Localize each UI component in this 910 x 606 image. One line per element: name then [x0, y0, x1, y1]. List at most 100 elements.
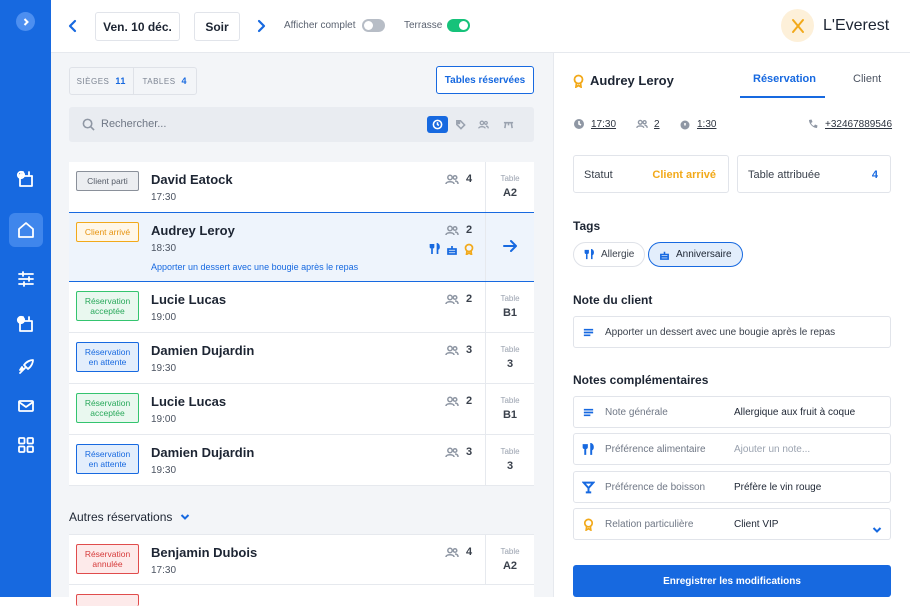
service-selector-button[interactable]: Soir [194, 12, 240, 41]
cake-icon [660, 251, 669, 260]
client-name: Damien Dujardin [151, 445, 255, 460]
search-input[interactable]: Rechercher... [101, 118, 166, 130]
messages-button[interactable] [9, 389, 43, 423]
show-full-toggle[interactable] [362, 19, 385, 32]
table-number: 3 [506, 460, 514, 472]
chevron-down-icon [872, 527, 882, 533]
apps-button[interactable] [9, 428, 43, 462]
expand-sidebar-button[interactable] [16, 12, 35, 31]
add-calendar-icon [16, 170, 33, 187]
chevron-right-icon [23, 17, 29, 26]
tag-birthday[interactable]: Anniversaire [648, 242, 743, 267]
calendar-alert-icon [16, 315, 33, 332]
general-note-value: Allergique aux fruit à coque [734, 407, 856, 418]
show-full-label: Afficher complet [284, 20, 356, 31]
marketing-button[interactable] [9, 350, 43, 384]
capacity-summary: SIÈGES 11 TABLES 4 [69, 67, 197, 95]
filter-guests-button[interactable] [473, 116, 494, 133]
medal-icon [464, 243, 474, 255]
guest-count: 4 [445, 546, 472, 558]
reservation-row[interactable]: Client parti David Eatock 17:30 4 Table A… [69, 162, 534, 213]
tag-allergy[interactable]: Allergie [573, 242, 646, 267]
users-icon [445, 294, 459, 304]
save-changes-button[interactable]: Enregistrer les modifications [573, 565, 891, 597]
client-name-title: Audrey Leroy [590, 73, 674, 88]
top-bar: Ven. 10 déc. Soir Afficher complet Terra… [51, 0, 910, 53]
reservation-guests-info[interactable]: 2 [636, 118, 660, 130]
pending-reservations-button[interactable] [9, 307, 43, 341]
table-cell: Table 3 [485, 435, 534, 486]
reserved-tables-button[interactable]: Tables réservées [436, 66, 534, 94]
date-picker-button[interactable]: Ven. 10 déc. [95, 12, 180, 41]
reservation-row-partial[interactable] [69, 585, 534, 606]
reservation-tags [429, 243, 475, 255]
table-number: B1 [502, 409, 518, 421]
reservation-row[interactable]: Réservation acceptée Lucie Lucas 19:00 2 … [69, 384, 534, 435]
grid-icon [18, 437, 34, 453]
users-icon [445, 447, 459, 457]
users-icon [445, 396, 459, 406]
client-name: Benjamin Dubois [151, 545, 258, 560]
tab-reservation[interactable]: Réservation [753, 73, 816, 85]
reservation-duration-info[interactable]: 1:30 [679, 118, 716, 130]
filter-table-button[interactable] [498, 116, 519, 133]
status-badge: Réservation annulée [76, 544, 139, 574]
status-badge: Réservation acceptée [76, 291, 139, 321]
client-name: Audrey Leroy [151, 223, 235, 238]
status-badge: Réservation acceptée [76, 393, 139, 423]
other-reservations-toggle[interactable]: Autres réservations [69, 510, 190, 524]
reservation-detail-panel: Audrey Leroy Réservation Client 17:30 2 … [555, 53, 910, 597]
client-phone[interactable]: +32467889546 [807, 118, 892, 130]
medal-icon [583, 518, 594, 532]
assigned-table-card[interactable]: Table attribuée 4 [737, 155, 891, 193]
timer-icon [680, 118, 690, 130]
restaurant-logo [781, 9, 814, 42]
sidebar [0, 0, 51, 597]
reservation-time-info[interactable]: 17:30 [573, 118, 616, 130]
reservation-row[interactable]: Réservation annulée Benjamin Dubois 17:30… [69, 534, 534, 586]
home-icon [18, 222, 34, 238]
reservation-row[interactable]: Réservation en attente Damien Dujardin 19… [69, 435, 534, 486]
reservation-row-selected[interactable]: Client arrivé Audrey Leroy 18:30 Apporte… [69, 212, 534, 282]
utensils-icon [584, 249, 594, 260]
filter-time-button[interactable] [427, 116, 448, 133]
terrace-toggle[interactable] [447, 19, 470, 32]
utensils-icon [429, 243, 440, 254]
assigned-table-value: 4 [871, 169, 878, 181]
status-card[interactable]: Statut Client arrivé [573, 155, 729, 193]
cocktail-icon [581, 481, 596, 494]
chevron-down-icon [181, 514, 190, 520]
medal-icon [573, 74, 584, 89]
tab-client[interactable]: Client [853, 73, 881, 85]
food-preference-field[interactable]: Préférence alimentaire Ajouter un note..… [573, 433, 891, 465]
client-name: Damien Dujardin [151, 343, 255, 358]
client-note: Apporter un dessert avec une bougie aprè… [151, 262, 359, 272]
client-note-field[interactable]: Apporter un dessert avec une bougie aprè… [573, 316, 891, 348]
settings-button[interactable] [9, 262, 43, 296]
table-cell: Table B1 [485, 282, 534, 333]
reservation-row[interactable]: Réservation en attente Damien Dujardin 19… [69, 333, 534, 384]
client-note-title: Note du client [573, 293, 653, 307]
food-preference-input[interactable]: Ajouter un note... [734, 444, 810, 455]
users-icon [445, 174, 459, 184]
open-reservation-button[interactable] [485, 213, 534, 281]
status-badge: Client parti [76, 171, 139, 191]
arrow-right-icon [503, 240, 517, 252]
seats-count: SIÈGES 11 [76, 76, 126, 86]
relationship-select[interactable]: Relation particulière Client VIP [573, 508, 891, 540]
reservation-time: 17:30 [151, 192, 177, 203]
filter-tag-button[interactable] [450, 116, 471, 133]
general-note-field[interactable]: Note générale Allergique aux fruit à coq… [573, 396, 891, 428]
home-button[interactable] [9, 213, 43, 247]
drink-preference-field[interactable]: Préférence de boisson Préfère le vin rou… [573, 471, 891, 503]
guest-count: 4 [445, 173, 472, 185]
tables-count: TABLES 4 [132, 68, 197, 94]
reservation-time: 19:30 [151, 363, 177, 374]
terrace-label: Terrasse [404, 20, 443, 31]
reservation-row[interactable]: Réservation acceptée Lucie Lucas 19:00 2 … [69, 282, 534, 333]
new-reservation-button[interactable] [9, 162, 43, 196]
previous-day-button[interactable] [64, 15, 82, 37]
users-icon [445, 547, 459, 557]
next-day-button[interactable] [252, 15, 270, 37]
users-icon [445, 345, 459, 355]
